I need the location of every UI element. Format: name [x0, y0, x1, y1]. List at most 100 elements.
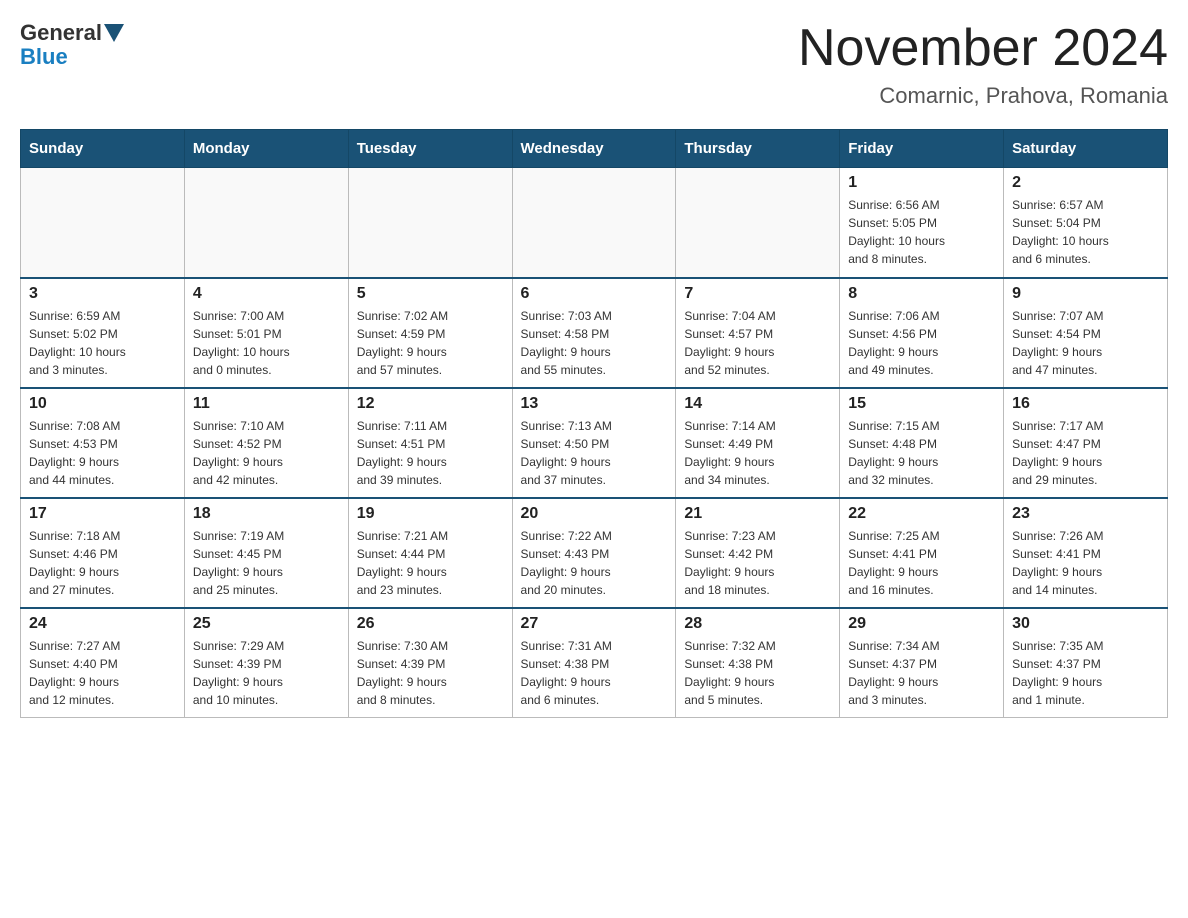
day-number: 29 [848, 615, 995, 633]
day-number: 3 [29, 285, 176, 303]
day-info: Sunrise: 7:25 AM Sunset: 4:41 PM Dayligh… [848, 529, 939, 597]
day-number: 16 [1012, 395, 1159, 413]
page-header: General Blue November 2024 Comarnic, Pra… [20, 20, 1168, 109]
day-info: Sunrise: 7:19 AM Sunset: 4:45 PM Dayligh… [193, 529, 284, 597]
day-info: Sunrise: 7:07 AM Sunset: 4:54 PM Dayligh… [1012, 309, 1103, 377]
day-info: Sunrise: 7:02 AM Sunset: 4:59 PM Dayligh… [357, 309, 448, 377]
calendar-cell: 5 Sunrise: 7:02 AM Sunset: 4:59 PM Daylig… [348, 278, 512, 388]
calendar-cell: 21Sunrise: 7:23 AM Sunset: 4:42 PM Dayli… [676, 498, 840, 608]
day-info: Sunrise: 7:34 AM Sunset: 4:37 PM Dayligh… [848, 639, 939, 707]
weekday-header-monday: Monday [184, 130, 348, 168]
day-number: 12 [357, 395, 504, 413]
calendar-cell: 22 Sunrise: 7:25 AM Sunset: 4:41 PM Dayli… [840, 498, 1004, 608]
day-info: Sunrise: 7:06 AM Sunset: 4:56 PM Dayligh… [848, 309, 939, 377]
day-number: 10 [29, 395, 176, 413]
calendar-cell: 26Sunrise: 7:30 AM Sunset: 4:39 PM Dayli… [348, 608, 512, 718]
day-info: Sunrise: 7:22 AM Sunset: 4:43 PM Dayligh… [521, 529, 612, 597]
day-number: 24 [29, 615, 176, 633]
calendar-cell [348, 168, 512, 278]
day-info: Sunrise: 6:59 AM Sunset: 5:02 PM Dayligh… [29, 309, 126, 377]
logo: General Blue [20, 20, 126, 70]
calendar-cell: 16 Sunrise: 7:17 AM Sunset: 4:47 PM Dayli… [1004, 388, 1168, 498]
logo-general-text: General [20, 20, 102, 46]
day-info: Sunrise: 7:26 AM Sunset: 4:41 PM Dayligh… [1012, 529, 1103, 597]
weekday-header-tuesday: Tuesday [348, 130, 512, 168]
calendar-cell: 1 Sunrise: 6:56 AM Sunset: 5:05 PM Daylig… [840, 168, 1004, 278]
logo-blue-text: Blue [20, 44, 68, 70]
day-info: Sunrise: 6:57 AM Sunset: 5:04 PM Dayligh… [1012, 198, 1109, 266]
day-number: 23 [1012, 505, 1159, 523]
calendar-cell: 2 Sunrise: 6:57 AM Sunset: 5:04 PM Daylig… [1004, 168, 1168, 278]
calendar-cell: 19 Sunrise: 7:21 AM Sunset: 4:44 PM Dayli… [348, 498, 512, 608]
week-row-5: 24 Sunrise: 7:27 AM Sunset: 4:40 PM Dayli… [21, 608, 1168, 718]
day-number: 25 [193, 615, 340, 633]
calendar-cell: 6 Sunrise: 7:03 AM Sunset: 4:58 PM Daylig… [512, 278, 676, 388]
calendar-cell: 20 Sunrise: 7:22 AM Sunset: 4:43 PM Dayli… [512, 498, 676, 608]
day-number: 9 [1012, 285, 1159, 303]
day-number: 11 [193, 395, 340, 413]
calendar-table: SundayMondayTuesdayWednesdayThursdayFrid… [20, 129, 1168, 718]
week-row-2: 3 Sunrise: 6:59 AM Sunset: 5:02 PM Daylig… [21, 278, 1168, 388]
calendar-cell [184, 168, 348, 278]
day-number: 13 [521, 395, 668, 413]
day-number: 17 [29, 505, 176, 523]
calendar-cell: 27 Sunrise: 7:31 AM Sunset: 4:38 PM Dayli… [512, 608, 676, 718]
calendar-cell: 3 Sunrise: 6:59 AM Sunset: 5:02 PM Daylig… [21, 278, 185, 388]
week-row-4: 17 Sunrise: 7:18 AM Sunset: 4:46 PM Dayli… [21, 498, 1168, 608]
day-info: Sunrise: 7:35 AM Sunset: 4:37 PM Dayligh… [1012, 639, 1103, 707]
calendar-cell: 14Sunrise: 7:14 AM Sunset: 4:49 PM Dayli… [676, 388, 840, 498]
day-number: 1 [848, 174, 995, 192]
day-number: 27 [521, 615, 668, 633]
calendar-cell: 10 Sunrise: 7:08 AM Sunset: 4:53 PM Dayli… [21, 388, 185, 498]
calendar-cell [512, 168, 676, 278]
day-info: Sunrise: 7:03 AM Sunset: 4:58 PM Dayligh… [521, 309, 612, 377]
calendar-cell: 24 Sunrise: 7:27 AM Sunset: 4:40 PM Dayli… [21, 608, 185, 718]
weekday-header-wednesday: Wednesday [512, 130, 676, 168]
calendar-cell: 17 Sunrise: 7:18 AM Sunset: 4:46 PM Dayli… [21, 498, 185, 608]
weekday-header-thursday: Thursday [676, 130, 840, 168]
calendar-cell: 25 Sunrise: 7:29 AM Sunset: 4:39 PM Dayli… [184, 608, 348, 718]
calendar-cell: 12 Sunrise: 7:11 AM Sunset: 4:51 PM Dayli… [348, 388, 512, 498]
day-number: 14 [684, 395, 831, 413]
day-info: Sunrise: 7:00 AM Sunset: 5:01 PM Dayligh… [193, 309, 290, 377]
day-info: Sunrise: 7:32 AM Sunset: 4:38 PM Dayligh… [684, 639, 775, 707]
day-info: Sunrise: 7:15 AM Sunset: 4:48 PM Dayligh… [848, 419, 939, 487]
day-info: Sunrise: 7:04 AM Sunset: 4:57 PM Dayligh… [684, 309, 775, 377]
day-info: Sunrise: 7:30 AM Sunset: 4:39 PM Dayligh… [357, 639, 448, 707]
day-number: 2 [1012, 174, 1159, 192]
calendar-cell [21, 168, 185, 278]
day-number: 5 [357, 285, 504, 303]
day-info: Sunrise: 7:21 AM Sunset: 4:44 PM Dayligh… [357, 529, 448, 597]
day-number: 28 [684, 615, 831, 633]
day-info: Sunrise: 7:11 AM Sunset: 4:51 PM Dayligh… [357, 419, 448, 487]
weekday-header-friday: Friday [840, 130, 1004, 168]
day-number: 15 [848, 395, 995, 413]
weekday-header-sunday: Sunday [21, 130, 185, 168]
calendar-cell: 13 Sunrise: 7:13 AM Sunset: 4:50 PM Dayli… [512, 388, 676, 498]
day-info: Sunrise: 6:56 AM Sunset: 5:05 PM Dayligh… [848, 198, 945, 266]
day-number: 22 [848, 505, 995, 523]
day-number: 6 [521, 285, 668, 303]
day-number: 8 [848, 285, 995, 303]
day-info: Sunrise: 7:08 AM Sunset: 4:53 PM Dayligh… [29, 419, 120, 487]
calendar-cell [676, 168, 840, 278]
day-info: Sunrise: 7:10 AM Sunset: 4:52 PM Dayligh… [193, 419, 284, 487]
day-number: 4 [193, 285, 340, 303]
day-number: 20 [521, 505, 668, 523]
day-number: 19 [357, 505, 504, 523]
calendar-cell: 8 Sunrise: 7:06 AM Sunset: 4:56 PM Daylig… [840, 278, 1004, 388]
day-number: 7 [684, 285, 831, 303]
calendar-cell: 11 Sunrise: 7:10 AM Sunset: 4:52 PM Dayli… [184, 388, 348, 498]
day-info: Sunrise: 7:17 AM Sunset: 4:47 PM Dayligh… [1012, 419, 1103, 487]
day-info: Sunrise: 7:31 AM Sunset: 4:38 PM Dayligh… [521, 639, 612, 707]
calendar-cell: 4 Sunrise: 7:00 AM Sunset: 5:01 PM Daylig… [184, 278, 348, 388]
day-info: Sunrise: 7:13 AM Sunset: 4:50 PM Dayligh… [521, 419, 612, 487]
day-info: Sunrise: 7:27 AM Sunset: 4:40 PM Dayligh… [29, 639, 120, 707]
location-subtitle: Comarnic, Prahova, Romania [798, 83, 1168, 109]
calendar-cell: 29 Sunrise: 7:34 AM Sunset: 4:37 PM Dayli… [840, 608, 1004, 718]
page-title: November 2024 [798, 20, 1168, 77]
day-info: Sunrise: 7:18 AM Sunset: 4:46 PM Dayligh… [29, 529, 120, 597]
day-number: 21 [684, 505, 831, 523]
day-info: Sunrise: 7:29 AM Sunset: 4:39 PM Dayligh… [193, 639, 284, 707]
calendar-cell: 7 Sunrise: 7:04 AM Sunset: 4:57 PM Daylig… [676, 278, 840, 388]
